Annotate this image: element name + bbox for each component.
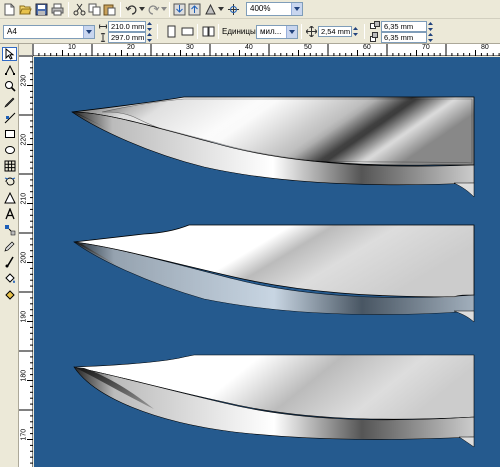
interactive-blend-tool-icon[interactable] (2, 223, 17, 237)
standard-toolbar: 400% (0, 0, 500, 19)
fill-tool-icon[interactable] (2, 271, 17, 285)
app-launcher-icon[interactable] (203, 2, 218, 17)
chevron-down-icon[interactable] (286, 26, 297, 38)
duplicate-y-field[interactable]: 6,35 mm (381, 32, 427, 43)
ruler-label: 80 (481, 44, 489, 51)
rectangle-tool-icon[interactable] (2, 127, 17, 141)
copy-icon[interactable] (87, 2, 102, 17)
width-icon (99, 24, 107, 29)
page-height-value: 297.0 mm (111, 33, 145, 42)
ruler-label: 220 (20, 133, 28, 146)
new-icon[interactable] (2, 2, 17, 17)
open-icon[interactable] (18, 2, 33, 17)
duplicate-y-value: 6,35 mm (384, 33, 414, 42)
facing-pages-icon[interactable] (201, 24, 216, 39)
ruler-label: 210 (20, 192, 28, 205)
zoom-combo[interactable]: 400% (246, 2, 303, 16)
interactive-fill-tool-icon[interactable] (2, 287, 17, 301)
redo-icon[interactable] (146, 2, 161, 17)
pick-tool-icon[interactable] (2, 47, 17, 61)
ruler-label: 180 (20, 369, 28, 382)
portrait-icon[interactable] (164, 24, 179, 39)
import-icon[interactable] (172, 2, 187, 17)
cut-icon[interactable] (72, 2, 87, 17)
ruler-label: 230 (20, 74, 28, 87)
paper-size-combo[interactable]: A4 (3, 25, 95, 39)
page-height-field[interactable]: 297.0 mm (108, 32, 146, 43)
units-combo[interactable]: мил... (256, 25, 298, 39)
ruler-label: 30 (186, 44, 194, 51)
ruler-label: 40 (245, 44, 253, 51)
spin-icon[interactable] (427, 21, 434, 32)
chevron-down-icon[interactable] (83, 26, 94, 38)
text-tool-icon[interactable] (2, 207, 17, 221)
zoom-value: 400% (250, 4, 271, 13)
knife-blade-3[interactable] (73, 354, 475, 448)
ruler-label: 70 (422, 44, 430, 51)
duplicate-x-field[interactable]: 6,35 mm (381, 21, 427, 32)
save-icon[interactable] (34, 2, 49, 17)
property-bar: A4 210.0 mm 297.0 mm Единицы: мил... 2,5… (0, 19, 500, 44)
chevron-down-icon[interactable] (291, 3, 302, 15)
spin-icon[interactable] (352, 26, 359, 37)
spiral-tool-icon[interactable] (2, 175, 17, 189)
nudge-icon (306, 26, 317, 37)
paste-icon[interactable] (102, 2, 117, 17)
knife-blades-drawing (71, 96, 475, 448)
eyedropper-tool-icon[interactable] (2, 239, 17, 253)
drawing-canvas[interactable] (34, 57, 500, 467)
basic-shapes-tool-icon[interactable] (2, 191, 17, 205)
page-width-field[interactable]: 210.0 mm (108, 21, 146, 32)
print-icon[interactable] (50, 2, 65, 17)
toolbox (0, 44, 19, 467)
spin-icon[interactable] (146, 32, 153, 43)
undo-icon[interactable] (124, 2, 139, 17)
ellipse-tool-icon[interactable] (2, 143, 17, 157)
units-label: Единицы: (222, 27, 258, 36)
page-width-value: 210.0 mm (111, 22, 145, 31)
snap-icon[interactable] (226, 2, 241, 17)
smart-fill-tool-icon[interactable] (2, 111, 17, 125)
nudge-value: 2,54 mm (321, 27, 351, 36)
undo-dropdown-icon[interactable] (139, 6, 145, 12)
landscape-icon[interactable] (180, 24, 195, 39)
redo-dropdown-icon[interactable] (161, 6, 167, 12)
outline-tool-icon[interactable] (2, 255, 17, 269)
height-icon (100, 33, 106, 42)
spin-icon[interactable] (146, 21, 153, 32)
ruler-label: 190 (20, 310, 28, 323)
spin-icon[interactable] (427, 32, 434, 43)
duplicate-x-value: 6,35 mm (384, 22, 414, 31)
knife-blade-2[interactable] (72, 224, 475, 323)
ruler-label: 60 (363, 44, 371, 51)
freehand-tool-icon[interactable] (2, 95, 17, 109)
horizontal-ruler[interactable]: 10 20 30 40 50 60 70 80 (33, 44, 500, 56)
shape-tool-icon[interactable] (2, 63, 17, 77)
ruler-origin[interactable] (19, 44, 33, 56)
zoom-tool-icon[interactable] (2, 79, 17, 93)
duplicate-y-icon (370, 32, 378, 42)
app-launcher-dropdown-icon[interactable] (218, 6, 224, 12)
paper-size-value: A4 (7, 27, 17, 36)
nudge-field[interactable]: 2,54 mm (318, 26, 352, 37)
export-icon[interactable] (187, 2, 202, 17)
units-value: мил... (260, 27, 282, 36)
ruler-label: 20 (127, 44, 135, 51)
ruler-label: 200 (20, 251, 28, 264)
ruler-label: 10 (68, 44, 76, 51)
ruler-label: 170 (20, 428, 28, 441)
ruler-label: 50 (304, 44, 312, 51)
polygon-tool-icon[interactable] (2, 159, 17, 173)
vertical-ruler[interactable]: 230 220 210 200 190 180 170 (19, 56, 33, 467)
duplicate-x-icon (370, 21, 380, 29)
knife-blade-1[interactable] (71, 96, 475, 198)
